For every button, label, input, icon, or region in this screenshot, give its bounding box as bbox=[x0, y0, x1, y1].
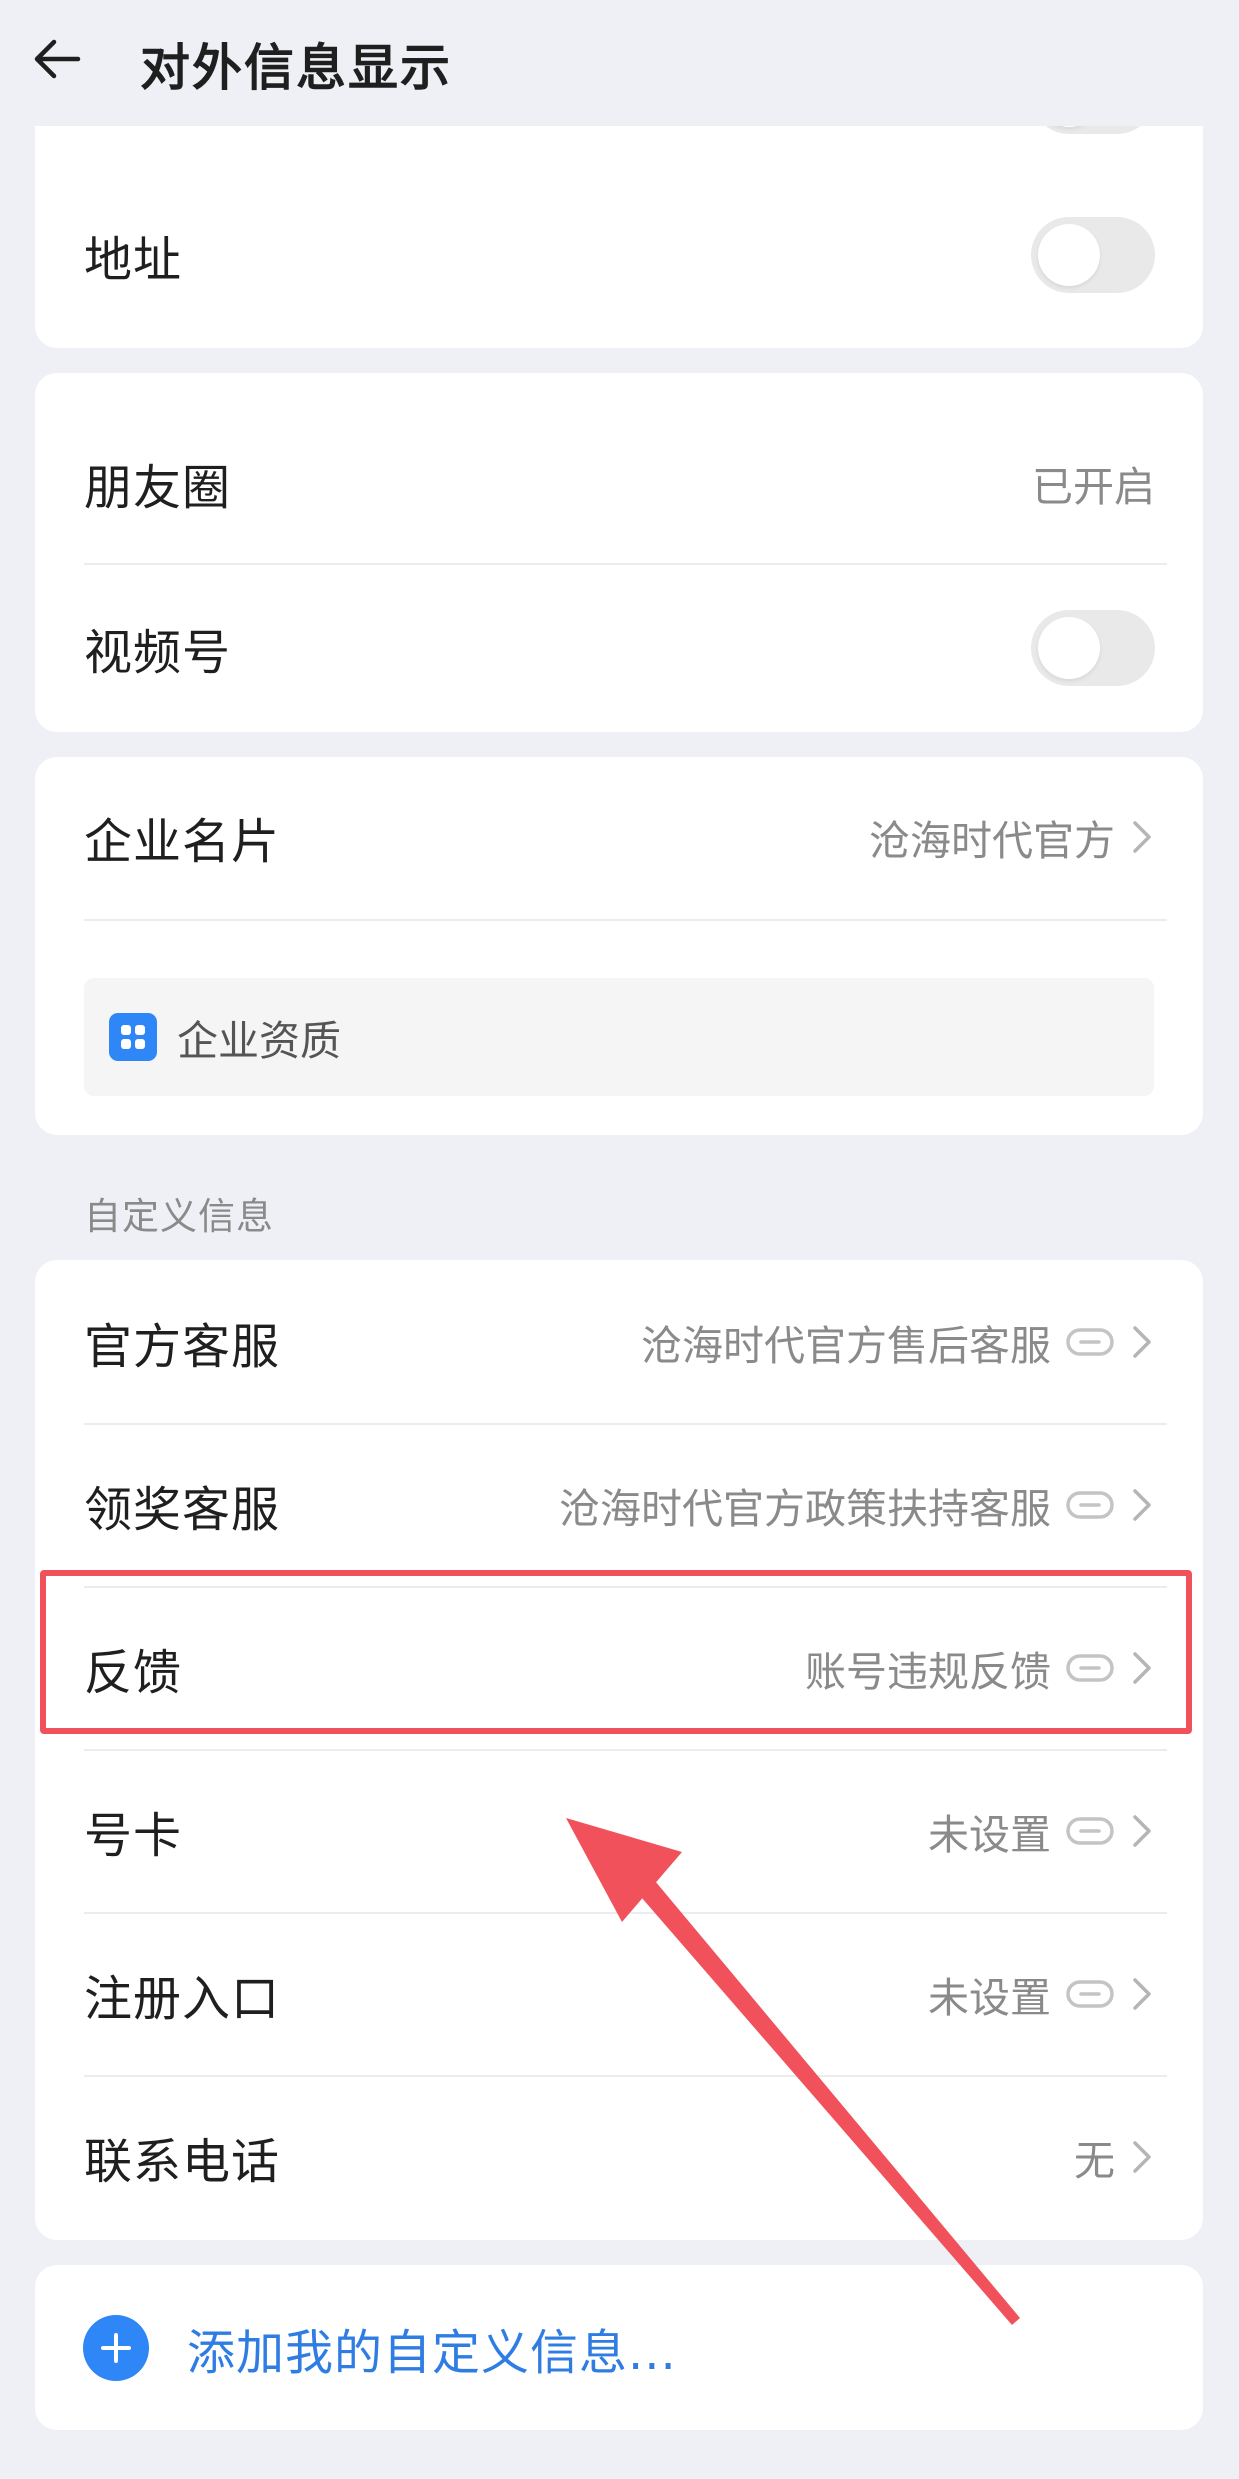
chevron-right-icon bbox=[1129, 1648, 1155, 1688]
custom-info-row-value: 沧海时代官方售后客服 bbox=[641, 1321, 1051, 1370]
channels-toggle[interactable] bbox=[1031, 610, 1155, 686]
address-toggle[interactable] bbox=[1031, 217, 1155, 293]
row-biz-card-value: 沧海时代官方 bbox=[869, 817, 1115, 865]
qualification-grid-icon bbox=[109, 1013, 157, 1061]
link-icon bbox=[1065, 1979, 1115, 2009]
custom-info-row-value: 未设置 bbox=[928, 1810, 1051, 1859]
custom-info-row-label: 号卡 bbox=[84, 1807, 183, 1864]
divider bbox=[84, 563, 1167, 565]
plus-icon bbox=[83, 2314, 149, 2381]
custom-info-row[interactable]: 官方客服 沧海时代官方售后客服 bbox=[35, 1260, 1203, 1423]
custom-info-row[interactable]: 领奖客服 沧海时代官方政策扶持客服 bbox=[35, 1423, 1203, 1586]
chevron-right-icon bbox=[1129, 1485, 1155, 1525]
enterprise-qualification-button[interactable]: 企业资质 bbox=[84, 978, 1154, 1096]
row-address: 地址 bbox=[35, 205, 1203, 305]
row-biz-card-label: 企业名片 bbox=[84, 814, 281, 870]
back-button[interactable] bbox=[22, 26, 92, 96]
card-social: 朋友圈 已开启 视频号 bbox=[35, 373, 1203, 732]
link-icon bbox=[1065, 1653, 1115, 1683]
chevron-right-icon bbox=[1129, 1811, 1155, 1851]
card-add-custom: 添加我的自定义信息... bbox=[35, 2265, 1203, 2430]
custom-info-row-label: 注册入口 bbox=[84, 1970, 281, 2027]
chevron-right-icon bbox=[1129, 1974, 1155, 2014]
card-custom-info: 官方客服 沧海时代官方售后客服领奖客服 沧海时代官方政策扶持客服反馈 账号违规反馈号卡… bbox=[35, 1260, 1203, 2240]
row-moments-label: 朋友圈 bbox=[84, 460, 232, 516]
link-icon bbox=[1065, 1490, 1115, 1520]
card-enterprise: 企业名片 沧海时代官方 企业资质 bbox=[35, 757, 1203, 1135]
page-title: 对外信息显示 bbox=[140, 39, 452, 97]
custom-info-row[interactable]: 联系电话 无 bbox=[35, 2075, 1203, 2238]
custom-info-row-value: 无 bbox=[1074, 2136, 1115, 2185]
custom-info-row-value: 未设置 bbox=[928, 1973, 1051, 2022]
custom-info-row-label: 联系电话 bbox=[84, 2133, 281, 2190]
custom-info-row-label: 反馈 bbox=[84, 1644, 183, 1701]
add-custom-info-label: 添加我的自定义信息... bbox=[187, 2324, 677, 2381]
custom-info-row-label: 官方客服 bbox=[84, 1318, 281, 1375]
row-moments[interactable]: 朋友圈 已开启 bbox=[35, 433, 1203, 533]
section-label-custom-info: 自定义信息 bbox=[84, 1195, 274, 1238]
custom-info-row[interactable]: 反馈 账号违规反馈 bbox=[35, 1586, 1203, 1749]
custom-info-row-value: 沧海时代官方政策扶持客服 bbox=[559, 1484, 1051, 1533]
chevron-right-icon bbox=[1129, 1322, 1155, 1362]
custom-info-row[interactable]: 号卡 未设置 bbox=[35, 1749, 1203, 1912]
row-channels: 视频号 bbox=[35, 598, 1203, 698]
row-moments-value: 已开启 bbox=[1032, 463, 1155, 511]
chevron-right-icon bbox=[1129, 817, 1155, 857]
divider bbox=[84, 919, 1167, 921]
arrow-left-icon bbox=[30, 32, 84, 90]
link-icon bbox=[1065, 1816, 1115, 1846]
add-custom-info-button[interactable]: 添加我的自定义信息... bbox=[35, 2265, 1203, 2430]
top-bar: 对外信息显示 bbox=[0, 0, 1239, 126]
link-icon bbox=[1065, 1327, 1115, 1357]
custom-info-row-value: 账号违规反馈 bbox=[805, 1647, 1051, 1696]
row-biz-card[interactable]: 企业名片 沧海时代官方 bbox=[35, 787, 1203, 887]
row-address-label: 地址 bbox=[84, 232, 183, 288]
chevron-right-icon bbox=[1129, 2137, 1155, 2177]
qualification-label: 企业资质 bbox=[177, 1017, 341, 1065]
row-channels-label: 视频号 bbox=[84, 625, 232, 681]
custom-info-row[interactable]: 注册入口 未设置 bbox=[35, 1912, 1203, 2075]
custom-info-row-label: 领奖客服 bbox=[84, 1481, 281, 1538]
